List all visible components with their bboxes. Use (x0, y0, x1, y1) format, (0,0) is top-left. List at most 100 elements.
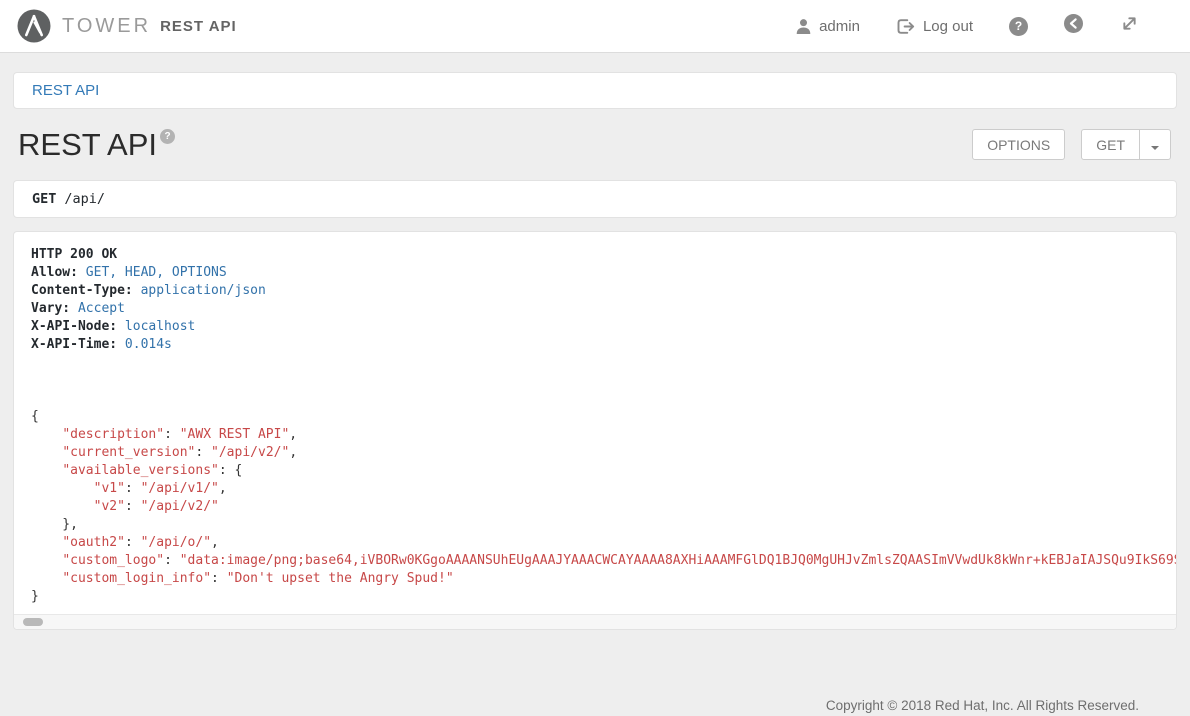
code-token: GET, HEAD, OPTIONS (86, 265, 227, 280)
request-path: /api/ (64, 191, 105, 207)
request-actions: OPTIONS GET (972, 129, 1171, 160)
response-line: "available_versions": { (31, 462, 1176, 480)
code-token (31, 481, 94, 496)
response-line: Allow: GET, HEAD, OPTIONS (31, 264, 1176, 282)
horizontal-scrollbar[interactable] (14, 614, 1176, 629)
code-token: "v2" (94, 499, 125, 514)
code-token: , (289, 427, 297, 442)
current-user[interactable]: admin (795, 18, 860, 35)
code-token (31, 535, 62, 550)
title-help-icon[interactable]: ? (160, 129, 175, 144)
expand-button[interactable] (1119, 13, 1140, 39)
breadcrumb: REST API (13, 72, 1177, 109)
request-method: GET (32, 191, 56, 207)
brand-section-label: REST API (160, 18, 237, 35)
code-token: "v1" (94, 481, 125, 496)
code-token: "oauth2" (62, 535, 125, 550)
code-token: "description" (62, 427, 164, 442)
get-dropdown-button[interactable] (1139, 129, 1171, 160)
code-token: 0.014s (125, 337, 172, 352)
response-line: { (31, 408, 1176, 426)
code-token: "/api/o/" (141, 535, 211, 550)
current-user-label: admin (819, 18, 860, 35)
footer: Copyright © 2018 Red Hat, Inc. All Right… (13, 698, 1177, 713)
code-token: "data:image/png;base64,iVBORw0KGgoAAAANS… (180, 553, 1176, 568)
code-token: : (164, 427, 180, 442)
logout-label: Log out (923, 18, 973, 35)
code-token (31, 427, 62, 442)
code-token: } (31, 589, 39, 604)
code-token (133, 283, 141, 298)
brand-tower-label: TOWER (62, 15, 151, 38)
navbar-menu: admin Log out ? (795, 13, 1140, 39)
question-icon: ? (1015, 19, 1022, 33)
top-navbar: TOWER REST API admin Log out (0, 0, 1190, 53)
response-line (31, 354, 1176, 372)
response-line: }, (31, 516, 1176, 534)
code-token: : { (219, 463, 242, 478)
code-token: , (211, 535, 219, 550)
code-token (31, 553, 62, 568)
response-line: X-API-Time: 0.014s (31, 336, 1176, 354)
scrollbar-thumb[interactable] (23, 618, 43, 626)
code-token: : (195, 445, 211, 460)
code-token: "available_versions" (62, 463, 219, 478)
response-line: "v2": "/api/v2/" (31, 498, 1176, 516)
get-button[interactable]: GET (1081, 129, 1140, 160)
code-token: Vary: (31, 301, 70, 316)
code-token (78, 265, 86, 280)
code-token: X-API-Time: (31, 337, 117, 352)
code-token: "/api/v2/" (211, 445, 289, 460)
response-line: "current_version": "/api/v2/", (31, 444, 1176, 462)
response-panel: HTTP 200 OKAllow: GET, HEAD, OPTIONSCont… (13, 231, 1177, 630)
code-token (117, 319, 125, 334)
code-token (31, 445, 62, 460)
response-line: Vary: Accept (31, 300, 1176, 318)
response-line: } (31, 588, 1176, 606)
code-token: "current_version" (62, 445, 195, 460)
code-token: , (289, 445, 297, 460)
response-line: HTTP 200 OK (31, 246, 1176, 264)
options-button[interactable]: OPTIONS (972, 129, 1065, 160)
logout-button[interactable]: Log out (896, 18, 973, 35)
code-token: application/json (141, 283, 266, 298)
user-icon (795, 18, 812, 35)
back-button[interactable] (1064, 14, 1083, 38)
code-token: }, (31, 517, 78, 532)
code-token: { (31, 409, 39, 424)
code-token: : (125, 481, 141, 496)
response-line: "oauth2": "/api/o/", (31, 534, 1176, 552)
code-token (117, 337, 125, 352)
response-line: X-API-Node: localhost (31, 318, 1176, 336)
breadcrumb-link-rest-api[interactable]: REST API (32, 82, 99, 99)
response-body: HTTP 200 OKAllow: GET, HEAD, OPTIONSCont… (14, 232, 1176, 614)
code-token: Content-Type: (31, 283, 133, 298)
code-token (31, 571, 62, 586)
page-title: REST API ? (18, 127, 175, 163)
page-header: REST API ? OPTIONS GET (18, 122, 1171, 167)
code-token: localhost (125, 319, 195, 334)
code-token: Accept (78, 301, 125, 316)
response-line: "v1": "/api/v1/", (31, 480, 1176, 498)
response-line: "custom_logo": "data:image/png;base64,iV… (31, 552, 1176, 570)
response-line: "custom_login_info": "Don't upset the An… (31, 570, 1176, 588)
response-line: "description": "AWX REST API", (31, 426, 1176, 444)
arrow-left-circle-icon (1064, 14, 1083, 38)
page-title-text: REST API (18, 127, 157, 163)
code-token: : (211, 571, 227, 586)
brand[interactable]: TOWER REST API (17, 9, 237, 43)
code-token: "custom_logo" (62, 553, 164, 568)
help-button[interactable]: ? (1009, 17, 1028, 36)
code-token: Allow: (31, 265, 78, 280)
main-content: REST API REST API ? OPTIONS GET GET /api… (13, 72, 1177, 713)
request-bar: GET /api/ (13, 180, 1177, 218)
code-token: : (125, 499, 141, 514)
code-token: "/api/v2/" (141, 499, 219, 514)
code-token: : (164, 553, 180, 568)
logout-icon (896, 18, 916, 35)
code-token: "/api/v1/" (141, 481, 219, 496)
response-line: Content-Type: application/json (31, 282, 1176, 300)
code-token: HTTP 200 OK (31, 247, 117, 262)
ansible-logo-icon (17, 9, 51, 43)
code-token (31, 499, 94, 514)
